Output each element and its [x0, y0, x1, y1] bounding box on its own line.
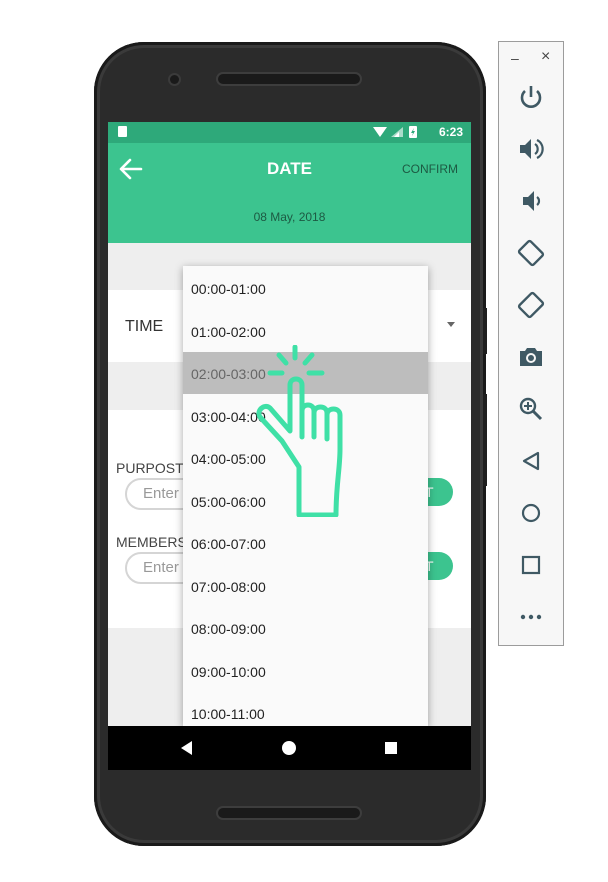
dropdown-option[interactable]: 10:00-11:00	[183, 692, 428, 726]
nav-home-icon[interactable]	[282, 741, 296, 755]
dropdown-option[interactable]: 01:00-02:00	[183, 310, 428, 352]
selected-date: 08 May, 2018	[253, 210, 326, 224]
dropdown-option-label: 02:00-03:00	[191, 366, 266, 382]
sd-card-icon	[118, 126, 127, 137]
wifi-icon	[373, 127, 387, 137]
minimize-button[interactable]: –	[511, 50, 519, 66]
dropdown-option[interactable]: 00:00-01:00	[183, 267, 428, 309]
dropdown-option-label: 07:00-08:00	[191, 578, 266, 595]
front-camera	[170, 75, 179, 84]
nav-recents-icon[interactable]	[385, 742, 397, 754]
volume-up-icon[interactable]	[514, 132, 548, 166]
more-icon[interactable]	[514, 600, 548, 634]
emulator-toolbar: – ×	[498, 41, 564, 646]
earpiece-speaker	[218, 74, 360, 84]
dropdown-option-label: 10:00-11:00	[191, 706, 265, 722]
app-bar: DATE CONFIRM 08 May, 2018	[108, 143, 471, 243]
navigation-bar	[108, 726, 471, 770]
dropdown-option-label: 00:00-01:00	[191, 281, 266, 297]
purpose-placeholder: Enter	[143, 485, 179, 502]
status-bar: 6:23	[108, 122, 471, 143]
status-time: 6:23	[438, 125, 463, 139]
close-button[interactable]: ×	[541, 48, 550, 66]
side-button-volume	[483, 394, 487, 486]
overview-icon[interactable]	[514, 548, 548, 582]
dropdown-option-label: 06:00-07:00	[191, 536, 266, 552]
time-label: TIME	[125, 318, 164, 335]
dropdown-option-label: 01:00-02:00	[191, 323, 266, 340]
rotate-left-icon[interactable]	[514, 236, 548, 270]
camera-icon[interactable]	[514, 340, 548, 374]
volume-down-icon[interactable]	[514, 184, 548, 218]
dropdown-option-label: 09:00-10:00	[191, 663, 266, 680]
members-label: MEMBERS	[116, 534, 187, 550]
dropdown-option[interactable]: 06:00-07:00	[183, 522, 428, 564]
nav-back-icon[interactable]	[181, 741, 192, 755]
zoom-icon[interactable]	[514, 392, 548, 426]
dropdown-arrow-icon[interactable]	[447, 322, 455, 327]
dropdown-option-label: 04:00-05:00	[191, 451, 266, 467]
confirm-button[interactable]: CONFIRM	[402, 162, 458, 176]
home-icon[interactable]	[514, 496, 548, 530]
dropdown-option[interactable]: 04:00-05:00	[183, 437, 428, 479]
rotate-right-icon[interactable]	[514, 288, 548, 322]
members-placeholder: Enter	[143, 559, 179, 576]
purpose-label: PURPOST	[116, 460, 184, 476]
dropdown-option-label: 03:00-04:00	[191, 408, 266, 425]
dropdown-option-label: 05:00-06:00	[191, 493, 266, 510]
dropdown-option[interactable]: 08:00-09:00	[183, 607, 428, 649]
side-button-power	[483, 308, 487, 354]
dropdown-option-label: 08:00-09:00	[191, 621, 266, 637]
bottom-speaker	[218, 808, 360, 818]
back-icon[interactable]	[514, 444, 548, 478]
dropdown-option[interactable]: 03:00-04:00	[183, 395, 428, 437]
power-icon[interactable]	[514, 80, 548, 114]
dropdown-option[interactable]: 05:00-06:00	[183, 480, 428, 522]
dropdown-option[interactable]: 09:00-10:00	[183, 650, 428, 692]
dropdown-option[interactable]: 02:00-03:00	[183, 352, 428, 394]
time-dropdown-list: 00:00-01:00 01:00-02:00 02:00-03:00 03:00-0…	[183, 266, 428, 726]
status-icons	[373, 126, 417, 138]
dropdown-option[interactable]: 07:00-08:00	[183, 565, 428, 607]
